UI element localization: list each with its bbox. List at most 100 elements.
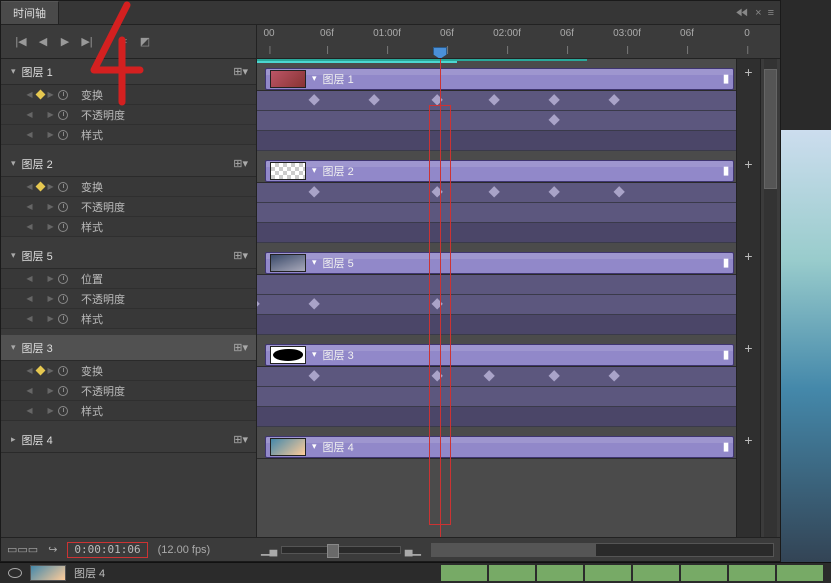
keyframe-track[interactable] [257,315,736,335]
keyframe[interactable] [432,94,443,105]
clip-disclosure-icon[interactable]: ▾ [312,349,317,360]
panel-menu-icon[interactable]: ≡ [768,7,774,19]
stopwatch-icon[interactable] [58,222,68,232]
keyframe[interactable] [257,298,260,309]
add-track-button[interactable]: + [737,243,760,269]
rewind-icon[interactable]: ◀◀ [736,7,747,18]
loop-icon[interactable]: ▭▭▭ [7,543,38,556]
zoom-knob[interactable] [327,544,339,558]
tab-timeline[interactable]: 时间轴 [1,1,59,24]
clip[interactable]: ▾图层 3▮ [265,344,734,366]
transition-button[interactable]: ◩ [135,32,155,52]
stopwatch-icon[interactable] [58,406,68,416]
disclosure-icon[interactable]: ▾ [11,342,16,353]
stopwatch-icon[interactable] [58,314,68,324]
keyframe[interactable] [369,94,380,105]
close-icon[interactable]: × [755,7,761,19]
clip-disclosure-icon[interactable]: ▾ [312,441,317,452]
layer-header[interactable]: ▾图层 5⊞▾ [1,243,256,269]
property-row[interactable]: ◀▶不透明度 [1,105,256,125]
keyframe[interactable] [309,186,320,197]
clip-disclosure-icon[interactable]: ▾ [312,165,317,176]
keyframe-track[interactable] [257,131,736,151]
layer-header[interactable]: ▸图层 4⊞▾ [1,427,256,453]
keyframe-track[interactable] [257,111,736,131]
keyframe[interactable] [489,186,500,197]
keyframe[interactable] [609,370,620,381]
clip-handle-icon[interactable]: ▮ [723,72,729,85]
keyframe[interactable] [484,370,495,381]
keyframe[interactable] [614,186,625,197]
clip[interactable]: ▾图层 1▮ [265,68,734,90]
property-row[interactable]: ◀▶不透明度 [1,381,256,401]
layer-header[interactable]: ▾图层 1⊞▾ [1,59,256,85]
stopwatch-icon[interactable] [58,274,68,284]
add-track-button[interactable]: + [737,427,760,453]
disclosure-icon[interactable]: ▾ [11,250,16,261]
track-header[interactable]: ▾图层 3▮ [257,341,736,367]
zoom-in-icon[interactable]: ▄▁ [405,543,421,556]
keyframe-track[interactable] [257,295,736,315]
stopwatch-icon[interactable] [58,130,68,140]
keyframe[interactable] [309,298,320,309]
stopwatch-icon[interactable] [58,182,68,192]
keyframe-track[interactable] [257,407,736,427]
property-row[interactable]: ◀▶不透明度 [1,289,256,309]
layer-menu-button[interactable]: ⊞▾ [233,433,248,446]
layer-menu-button[interactable]: ⊞▾ [233,341,248,354]
stopwatch-icon[interactable] [58,202,68,212]
keyframe[interactable] [549,370,560,381]
keyframe[interactable] [309,94,320,105]
keyframe-track[interactable] [257,203,736,223]
keyframe[interactable] [609,94,620,105]
clip-handle-icon[interactable]: ▮ [723,440,729,453]
property-row[interactable]: ◀▶样式 [1,309,256,329]
disclosure-icon[interactable]: ▾ [11,158,16,169]
redo-icon[interactable]: ↪ [48,543,57,556]
property-row[interactable]: ◀▶样式 [1,125,256,145]
time-ruler[interactable]: 0006f01:00f06f02:00f06f03:00f06f0 [257,25,780,58]
layer-thumb[interactable] [30,565,66,581]
zoom-track[interactable] [281,546,400,554]
play-button[interactable]: ▶ [55,32,75,52]
stopwatch-icon[interactable] [58,366,68,376]
property-row[interactable]: ◀▶变换 [1,85,256,105]
keyframe[interactable] [549,186,560,197]
stopwatch-icon[interactable] [58,90,68,100]
horizontal-scroll-thumb[interactable] [432,544,596,556]
vertical-scrollbar[interactable] [760,59,780,537]
add-track-button[interactable]: + [737,59,760,85]
keyframe-track[interactable] [257,223,736,243]
keyframe-track[interactable] [257,387,736,407]
clip-handle-icon[interactable]: ▮ [723,348,729,361]
layer-header[interactable]: ▾图层 3⊞▾ [1,335,256,361]
disclosure-icon[interactable]: ▸ [11,434,16,445]
keyframe[interactable] [489,94,500,105]
layer-header[interactable]: ▾图层 2⊞▾ [1,151,256,177]
track-header[interactable]: ▾图层 2▮ [257,157,736,183]
clip[interactable]: ▾图层 2▮ [265,160,734,182]
property-row[interactable]: ◀▶变换 [1,361,256,381]
track-header[interactable]: ▾图层 1▮ [257,65,736,91]
keyframe-track[interactable] [257,183,736,203]
keyframe[interactable] [549,94,560,105]
layer-menu-button[interactable]: ⊞▾ [233,65,248,78]
stopwatch-icon[interactable] [58,386,68,396]
property-row[interactable]: ◀▶样式 [1,401,256,421]
layer-name[interactable]: 图层 4 [74,565,105,581]
track-header[interactable]: ▾图层 4▮ [257,433,736,459]
stopwatch-icon[interactable] [58,110,68,120]
keyframe[interactable] [309,370,320,381]
zoom-slider[interactable]: ▁▄ ▄▁ [261,543,421,556]
clip-handle-icon[interactable]: ▮ [723,164,729,177]
clip-disclosure-icon[interactable]: ▾ [312,257,317,268]
clip[interactable]: ▾图层 4▮ [265,436,734,458]
layer-menu-button[interactable]: ⊞▾ [233,249,248,262]
clip-disclosure-icon[interactable]: ▾ [312,73,317,84]
keyframe-track[interactable] [257,91,736,111]
keyframe-track[interactable] [257,367,736,387]
clip-handle-icon[interactable]: ▮ [723,256,729,269]
property-row[interactable]: ◀▶变换 [1,177,256,197]
keyframe-track[interactable] [257,275,736,295]
property-row[interactable]: ◀▶样式 [1,217,256,237]
